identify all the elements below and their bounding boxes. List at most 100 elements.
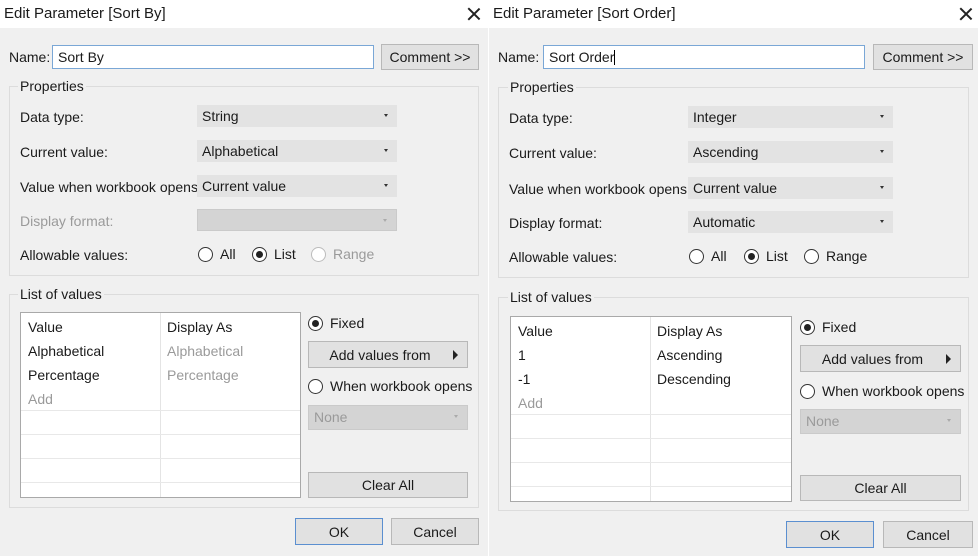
comment-button-label: Comment >>: [882, 49, 964, 65]
radio-all[interactable]: All: [689, 248, 727, 264]
dropdown-arrow-icon: [384, 149, 388, 152]
display-format-label: Display format:: [20, 213, 114, 229]
radio-list-label: List: [274, 246, 296, 262]
name-field[interactable]: Sort By: [52, 45, 374, 69]
data-type-value: String: [202, 108, 239, 124]
name-field-value: Sort Order: [549, 49, 615, 65]
radio-icon: [804, 248, 819, 264]
workbook-opens-source-select: None: [800, 409, 961, 434]
workbook-opens-value: Current value: [693, 180, 778, 196]
current-value-label: Current value:: [509, 145, 597, 161]
dropdown-arrow-icon: [384, 184, 388, 187]
properties-title: Properties: [508, 79, 576, 95]
dropdown-arrow-icon: [383, 219, 387, 222]
arrow-right-icon: [946, 353, 951, 364]
table-cell-value[interactable]: Percentage: [28, 367, 100, 383]
comment-button[interactable]: Comment >>: [381, 44, 479, 70]
cancel-button[interactable]: Cancel: [391, 518, 479, 545]
radio-fixed[interactable]: Fixed: [308, 315, 364, 331]
radio-all-label: All: [711, 248, 727, 264]
add-values-from-button[interactable]: Add values from: [308, 341, 468, 368]
text-caret: [614, 50, 616, 65]
data-type-select[interactable]: Integer: [688, 106, 893, 128]
radio-all-label: All: [220, 246, 236, 262]
current-value-select[interactable]: Ascending: [688, 141, 893, 163]
radio-fixed[interactable]: Fixed: [800, 319, 856, 335]
dialog-sort-by: Edit Parameter [Sort By] Name: Sort By C…: [0, 0, 488, 556]
dropdown-arrow-icon: [880, 150, 884, 153]
radio-checked-icon: [308, 315, 323, 331]
display-format-value: Automatic: [693, 214, 756, 230]
clear-all-label: Clear All: [854, 480, 907, 496]
close-icon[interactable]: [461, 2, 487, 26]
name-label: Name:: [9, 49, 51, 65]
display-format-label: Display format:: [509, 215, 603, 231]
radio-when-workbook-opens[interactable]: When workbook opens: [308, 378, 472, 394]
display-format-select[interactable]: Automatic: [688, 211, 893, 233]
dropdown-arrow-icon: [947, 419, 951, 422]
radio-fixed-label: Fixed: [822, 319, 857, 335]
radio-range-label: Range: [333, 246, 375, 262]
cancel-button[interactable]: Cancel: [883, 521, 973, 548]
table-cell-display[interactable]: Ascending: [657, 347, 722, 363]
column-header-display-as: Display As: [167, 319, 233, 335]
values-grid[interactable]: Value Display As 1 Ascending -1 Descendi…: [510, 316, 792, 502]
add-values-from-button[interactable]: Add values from: [800, 345, 961, 372]
dialog-title: Edit Parameter [Sort Order]: [493, 5, 676, 22]
dropdown-arrow-icon: [384, 114, 388, 117]
current-value-select[interactable]: Alphabetical: [197, 140, 397, 162]
add-row-cell[interactable]: Add: [518, 395, 543, 411]
radio-icon: [800, 383, 815, 399]
data-type-select[interactable]: String: [197, 105, 397, 127]
ok-button[interactable]: OK: [295, 518, 383, 545]
add-row-cell[interactable]: Add: [28, 391, 53, 407]
radio-list[interactable]: List: [744, 248, 788, 264]
table-cell-display[interactable]: Percentage: [167, 367, 239, 383]
data-type-value: Integer: [693, 109, 737, 125]
workbook-opens-label: Value when workbook opens:: [509, 181, 691, 197]
radio-all[interactable]: All: [198, 246, 236, 262]
ok-label: OK: [819, 526, 841, 543]
current-value-value: Alphabetical: [202, 143, 279, 159]
clear-all-button[interactable]: Clear All: [800, 475, 961, 501]
values-grid[interactable]: Value Display As Alphabetical Alphabetic…: [20, 312, 301, 498]
source-none-value: None: [314, 409, 348, 425]
radio-range[interactable]: Range: [804, 248, 867, 264]
radio-when-workbook-opens[interactable]: When workbook opens: [800, 383, 964, 399]
radio-checked-icon: [252, 246, 267, 262]
table-cell-value[interactable]: 1: [518, 347, 526, 363]
name-label: Name:: [498, 49, 540, 65]
radio-fixed-label: Fixed: [330, 315, 365, 331]
clear-all-button[interactable]: Clear All: [308, 472, 468, 498]
arrow-right-icon: [453, 349, 458, 360]
comment-button-label: Comment >>: [389, 49, 471, 65]
workbook-opens-value: Current value: [202, 178, 287, 194]
current-value-label: Current value:: [20, 144, 108, 160]
dialog-sort-order: Edit Parameter [Sort Order] Name: Sort O…: [489, 0, 978, 556]
radio-when-opens-label: When workbook opens: [822, 383, 965, 399]
dropdown-arrow-icon: [880, 115, 884, 118]
name-field[interactable]: Sort Order: [543, 45, 865, 69]
add-values-from-label: Add values from: [329, 346, 431, 363]
radio-checked-icon: [744, 248, 759, 264]
title-bar: Edit Parameter [Sort Order]: [489, 0, 978, 28]
current-value-value: Ascending: [693, 144, 759, 160]
ok-button[interactable]: OK: [786, 521, 874, 548]
table-cell-value[interactable]: -1: [518, 371, 530, 387]
radio-icon: [689, 248, 704, 264]
column-header-value: Value: [518, 323, 553, 339]
cancel-label: Cancel: [906, 526, 950, 543]
cancel-label: Cancel: [413, 523, 457, 540]
radio-icon: [311, 246, 326, 262]
radio-list[interactable]: List: [252, 246, 296, 262]
radio-range: Range: [311, 246, 374, 262]
table-cell-value[interactable]: Alphabetical: [28, 343, 104, 359]
column-header-display-as: Display As: [657, 323, 723, 339]
table-cell-display[interactable]: Alphabetical: [167, 343, 243, 359]
data-type-label: Data type:: [20, 109, 84, 125]
table-cell-display[interactable]: Descending: [657, 371, 731, 387]
close-icon[interactable]: [953, 2, 978, 26]
workbook-opens-select[interactable]: Current value: [688, 177, 893, 199]
workbook-opens-select[interactable]: Current value: [197, 175, 397, 197]
comment-button[interactable]: Comment >>: [873, 44, 973, 70]
